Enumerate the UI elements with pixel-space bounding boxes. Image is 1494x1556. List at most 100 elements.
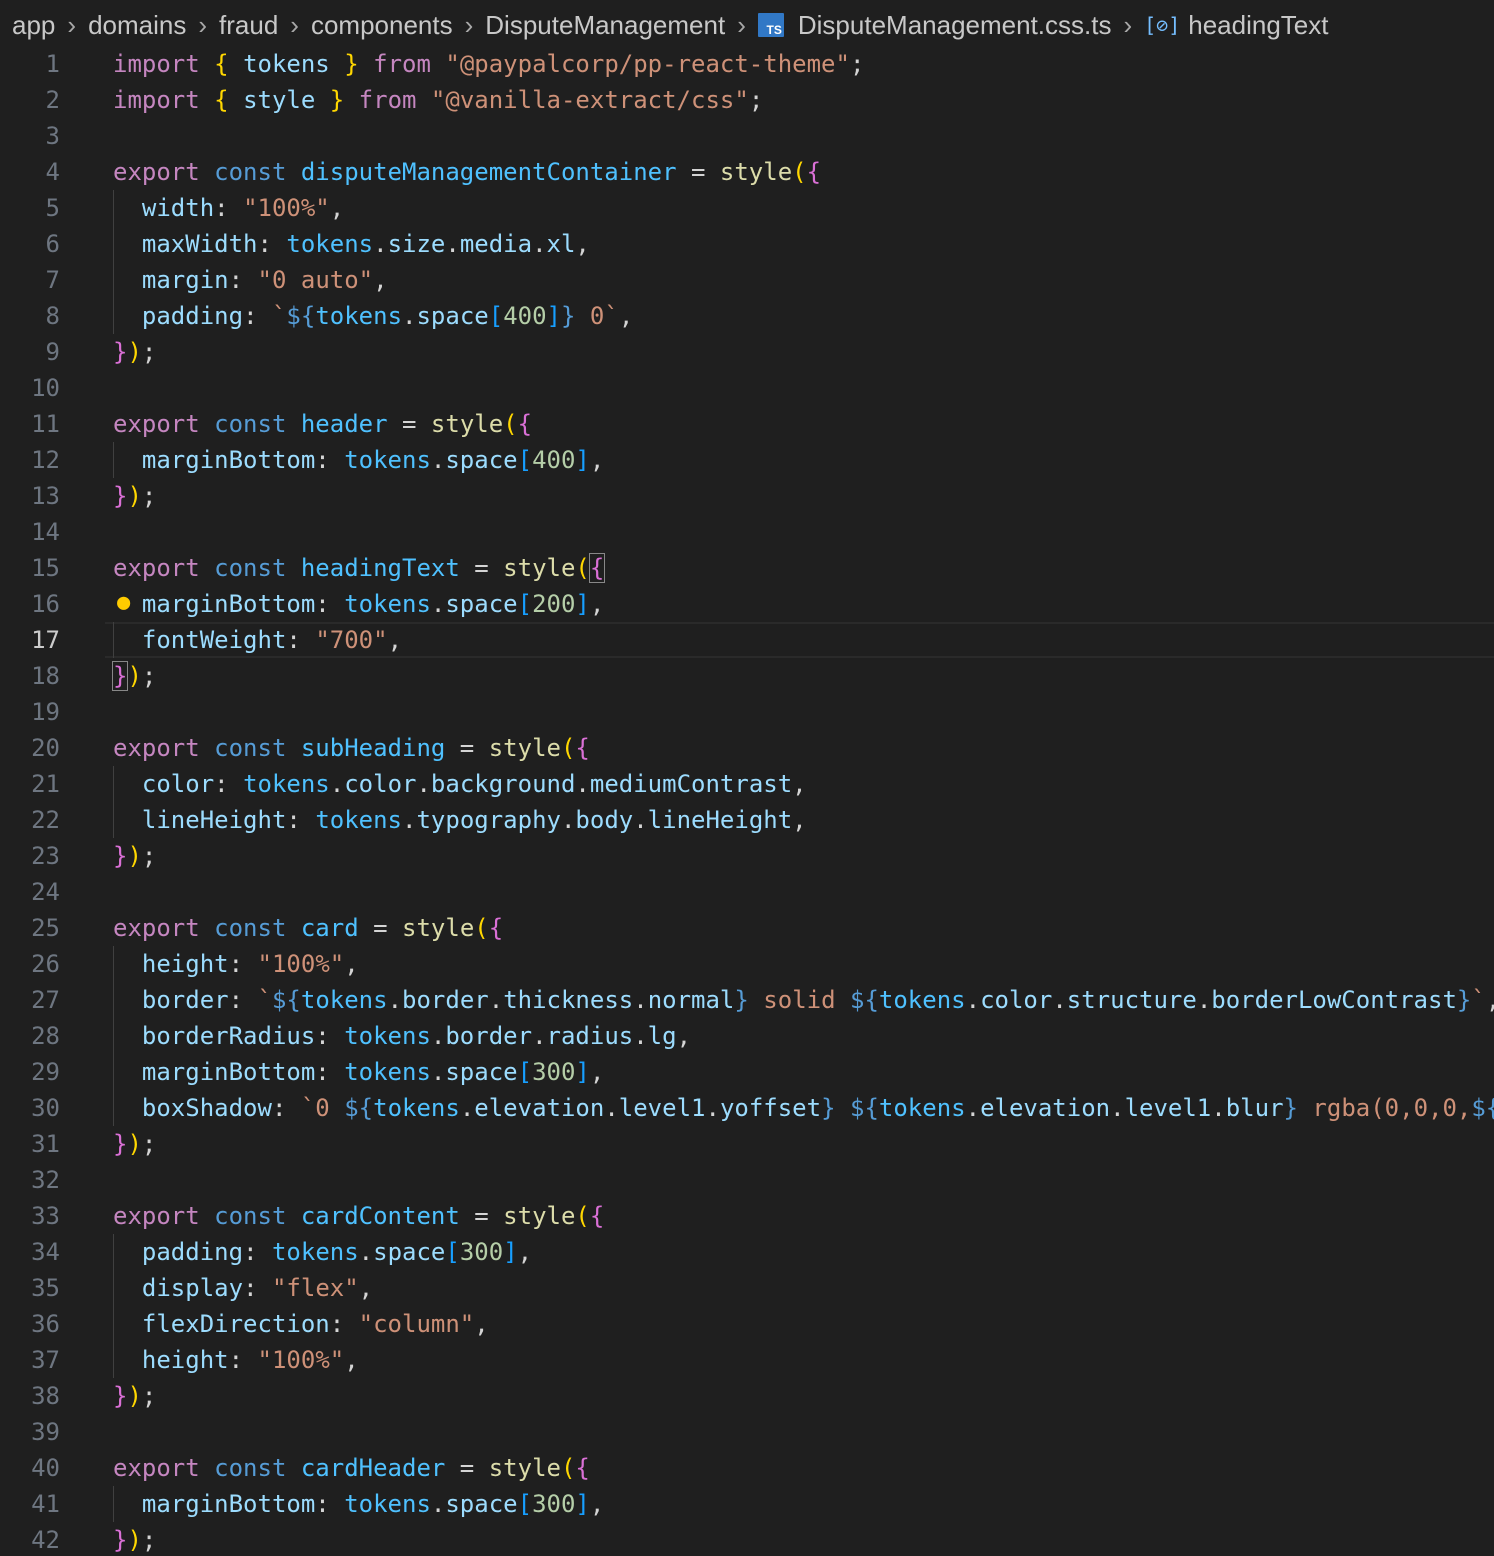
code-token: } <box>329 86 345 114</box>
code-line[interactable]: 18}); <box>0 658 1494 694</box>
code-line[interactable]: 17 fontWeight: "700", <box>0 622 1494 658</box>
code-token: , <box>589 590 605 618</box>
breadcrumb-symbol[interactable]: headingText <box>1188 10 1328 41</box>
code-line[interactable]: 37 height: "100%", <box>0 1342 1494 1378</box>
line-number: 19 <box>31 698 60 726</box>
code-text: fontWeight: "700", <box>113 622 402 658</box>
code-token: subHeading <box>300 734 446 762</box>
code-token: ] <box>575 1058 590 1086</box>
code-token: padding <box>141 1238 244 1266</box>
breadcrumb-fraud[interactable]: fraud <box>219 10 278 41</box>
code-line[interactable]: 33 export const cardContent = style({ <box>0 1198 1494 1234</box>
code-line[interactable]: 8 padding: `${tokens.space[400]} 0`, <box>0 298 1494 334</box>
code-text: export const headingText = style({ <box>113 550 606 586</box>
code-line[interactable]: 41 marginBottom: tokens.space[300], <box>0 1486 1494 1522</box>
code-line[interactable]: 16 ● marginBottom: tokens.space[200], <box>0 586 1494 622</box>
code-line[interactable]: 30 boxShadow: `0 ${tokens.elevation.leve… <box>0 1090 1494 1126</box>
code-line[interactable]: 29 marginBottom: tokens.space[300], <box>0 1054 1494 1090</box>
line-number: 15 <box>31 554 60 582</box>
code-token: ; <box>141 1130 157 1158</box>
code-line[interactable]: 11 export const header = style({ <box>0 406 1494 442</box>
line-number: 29 <box>31 1058 60 1086</box>
code-line[interactable]: 40 export const cardHeader = style({ <box>0 1450 1494 1486</box>
code-line[interactable]: 32 <box>0 1162 1494 1198</box>
code-line[interactable]: 39 <box>0 1414 1494 1450</box>
code-token: blur <box>1225 1094 1284 1122</box>
code-token: , <box>589 446 605 474</box>
code-line[interactable]: 14 <box>0 514 1494 550</box>
code-line[interactable]: 7 margin: "0 auto", <box>0 262 1494 298</box>
code-line[interactable]: 9}); <box>0 334 1494 370</box>
code-token: . <box>402 302 417 330</box>
code-token: : <box>228 986 258 1014</box>
breadcrumb-file[interactable]: DisputeManagement.css.ts <box>798 10 1112 41</box>
code-token: cardHeader <box>300 1454 446 1482</box>
code-line[interactable]: 27 border: `${tokens.border.thickness.no… <box>0 982 1494 1018</box>
code-line[interactable]: 10 <box>0 370 1494 406</box>
code-token: "100%" <box>257 1346 345 1374</box>
code-line[interactable]: 15 export const headingText = style({ <box>0 550 1494 586</box>
code-text: marginBottom: tokens.space[300], <box>113 1486 604 1522</box>
code-line[interactable]: 31}); <box>0 1126 1494 1162</box>
code-line[interactable]: 5 width: "100%", <box>0 190 1494 226</box>
code-token: borderLowContrast <box>1211 986 1457 1014</box>
code-token: : <box>243 1274 272 1302</box>
breadcrumb-domains[interactable]: domains <box>88 10 186 41</box>
code-token: flexDirection <box>141 1310 330 1338</box>
code-line[interactable]: 21 color: tokens.color.background.medium… <box>0 766 1494 802</box>
code-line[interactable]: 28 borderRadius: tokens.border.radius.lg… <box>0 1018 1494 1054</box>
line-number: 17 <box>31 626 60 654</box>
code-token: , <box>575 230 590 258</box>
breadcrumb-app[interactable]: app <box>12 10 55 41</box>
code-line[interactable]: 22 lineHeight: tokens.typography.body.li… <box>0 802 1494 838</box>
code-token: style <box>402 914 475 942</box>
code-token: , <box>792 770 807 798</box>
code-token: . <box>532 230 547 258</box>
code-token: } <box>113 1130 128 1158</box>
code-token: padding <box>141 302 244 330</box>
code-line[interactable]: 4 export const disputeManagementContainer… <box>0 154 1494 190</box>
code-token: tokens <box>373 1094 460 1122</box>
code-token: tokens <box>300 986 388 1014</box>
code-line[interactable]: 19 <box>0 694 1494 730</box>
code-token: , <box>792 806 807 834</box>
code-token: tokens <box>315 806 403 834</box>
code-line[interactable]: 12 marginBottom: tokens.space[400], <box>0 442 1494 478</box>
breadcrumb-components[interactable]: components <box>311 10 453 41</box>
code-token: . <box>488 986 504 1014</box>
code-text: }); <box>113 334 156 370</box>
code-line[interactable]: 42}); <box>0 1522 1494 1556</box>
code-line[interactable]: 6 maxWidth: tokens.size.media.xl, <box>0 226 1494 262</box>
line-number: 22 <box>31 806 60 834</box>
code-token: } <box>734 986 749 1014</box>
code-token: ( <box>560 734 576 762</box>
code-line[interactable]: 20 export const subHeading = style({ <box>0 730 1494 766</box>
code-line[interactable]: 2 import { style } from "@vanilla-extract… <box>0 82 1494 118</box>
code-token: `0 <box>300 1094 345 1122</box>
code-line[interactable]: 3 <box>0 118 1494 154</box>
code-line[interactable]: 34 padding: tokens.space[300], <box>0 1234 1494 1270</box>
code-editor[interactable]: 1 import { tokens } from "@paypalcorp/pp-… <box>0 46 1494 1556</box>
code-line[interactable]: 23}); <box>0 838 1494 874</box>
code-line[interactable]: 25 export const card = style({ <box>0 910 1494 946</box>
code-token: . <box>445 230 460 258</box>
breadcrumb-dispute-management[interactable]: DisputeManagement <box>485 10 725 41</box>
code-line[interactable]: 38}); <box>0 1378 1494 1414</box>
code-line[interactable]: 24 <box>0 874 1494 910</box>
code-token: ; <box>141 1526 157 1554</box>
code-token: style <box>430 410 504 438</box>
code-line[interactable]: 1 import { tokens } from "@paypalcorp/pp-… <box>0 46 1494 82</box>
code-token: , <box>1486 986 1494 1014</box>
code-token: from <box>358 86 417 114</box>
code-token: space <box>373 1238 446 1266</box>
code-token: . <box>633 806 648 834</box>
code-line[interactable]: 13}); <box>0 478 1494 514</box>
code-line[interactable]: 35 display: "flex", <box>0 1270 1494 1306</box>
code-token: style <box>488 734 561 762</box>
code-line[interactable]: 36 flexDirection: "column", <box>0 1306 1494 1342</box>
code-line[interactable]: 26 height: "100%", <box>0 946 1494 982</box>
